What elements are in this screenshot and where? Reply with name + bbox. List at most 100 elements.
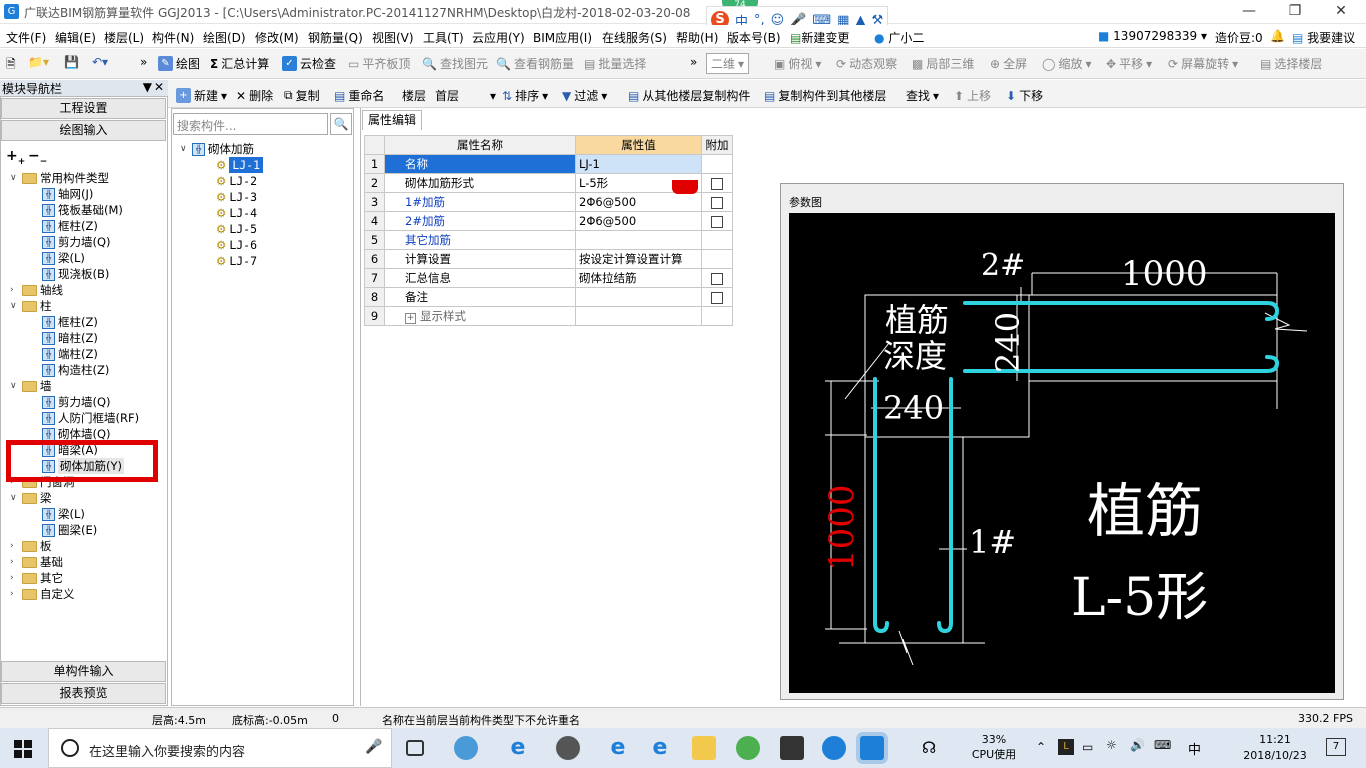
collapse-chevron-icon[interactable]: ∨: [10, 381, 19, 391]
property-row[interactable]: 9 + 显示样式: [364, 306, 733, 326]
copy-button[interactable]: ⧉ 复制: [284, 87, 320, 104]
close-panel-icon[interactable]: ✕: [154, 80, 164, 94]
sort-button[interactable]: ⇅ 排序 ▾: [502, 87, 548, 104]
project-settings-button[interactable]: 工程设置: [1, 98, 166, 119]
tree-item[interactable]: ╬ 剪力墙(Q): [42, 394, 111, 410]
new-button[interactable]: + 新建 ▾: [176, 87, 227, 104]
tree-item[interactable]: ╬ 现浇板(B): [42, 266, 109, 282]
draw-button[interactable]: ✎ 绘图: [158, 55, 200, 72]
summary-calc-button[interactable]: Σ 汇总计算: [210, 55, 269, 72]
property-row[interactable]: 3 1#加筋 2Φ6@500: [364, 192, 733, 212]
tree-folder[interactable]: › 轴线: [10, 282, 63, 298]
find-button[interactable]: 查找 ▾: [906, 87, 939, 104]
add-cell[interactable]: [701, 211, 733, 231]
menu-cloud[interactable]: 云应用(Y): [472, 29, 525, 46]
menu-new-change[interactable]: ▤新建变更: [790, 29, 849, 46]
bell-icon[interactable]: 🔔: [1270, 29, 1285, 43]
search-icon[interactable]: 🔍: [330, 113, 352, 135]
tree-item[interactable]: ╬ 轴网(J): [42, 186, 93, 202]
property-value[interactable]: [575, 287, 702, 307]
property-row[interactable]: 4 2#加筋 2Φ6@500: [364, 211, 733, 231]
tab-property-edit[interactable]: 属性编辑: [362, 110, 422, 130]
cloud-check-button[interactable]: ✓ 云检查: [282, 55, 336, 72]
touch-keyboard-icon[interactable]: ⌨: [1154, 738, 1171, 752]
minimize-button[interactable]: —: [1226, 0, 1272, 24]
tree-item[interactable]: ╬ 框柱(Z): [42, 314, 98, 330]
draw-input-button[interactable]: 绘图输入: [1, 120, 166, 141]
ime-tray-indicator[interactable]: 中: [1188, 739, 1201, 758]
mail-icon[interactable]: [780, 736, 804, 760]
tree-item[interactable]: ╬ 构造柱(Z): [42, 362, 109, 378]
glodon-g-icon[interactable]: [822, 736, 846, 760]
expand-chevron-icon[interactable]: ›: [10, 557, 19, 567]
rename-button[interactable]: ▤ 重命名: [334, 87, 384, 104]
collapse-chevron-icon[interactable]: ∨: [10, 301, 19, 311]
battery-icon[interactable]: ▭: [1082, 740, 1093, 754]
select-floor-button[interactable]: ▤ 选择楼层: [1260, 55, 1322, 72]
component-item[interactable]: ⚙ LJ-1: [216, 157, 264, 173]
property-row[interactable]: 6 计算设置 按设定计算设置计算: [364, 249, 733, 269]
undo-icon[interactable]: ↶▾: [92, 55, 108, 69]
tray-app-icon[interactable]: L: [1058, 739, 1074, 755]
expand-chevron-icon[interactable]: ›: [10, 541, 19, 551]
clock[interactable]: 11:21 2018/10/23: [1230, 732, 1320, 764]
pinwheel-app-icon[interactable]: [454, 736, 478, 760]
tree-item[interactable]: ╬ 框柱(Z): [42, 218, 98, 234]
view-2d-dropdown[interactable]: 二维 ▾: [706, 53, 750, 74]
ggj-active-app-icon[interactable]: [860, 736, 884, 760]
component-item[interactable]: ⚙ LJ-2: [216, 173, 257, 189]
tree-item[interactable]: ╬ 圈梁(E): [42, 522, 97, 538]
menu-tools[interactable]: 工具(T): [423, 29, 464, 46]
expand-plus-icon[interactable]: +: [405, 313, 416, 324]
expand-chevron-icon[interactable]: ›: [10, 589, 19, 599]
menu-online[interactable]: 在线服务(S): [602, 29, 667, 46]
tree-item[interactable]: ╬ 梁(L): [42, 250, 85, 266]
component-search-input[interactable]: 搜索构件...: [173, 113, 328, 135]
overflow-chevron-icon[interactable]: »: [140, 55, 147, 69]
component-item[interactable]: ⚙ LJ-4: [216, 205, 257, 221]
360-browser-icon[interactable]: [736, 736, 760, 760]
single-input-button[interactable]: 单构件输入: [1, 661, 166, 682]
menu-modify[interactable]: 修改(M): [255, 29, 299, 46]
tree-folder[interactable]: › 板: [10, 538, 52, 554]
swirl-app-icon[interactable]: [556, 736, 580, 760]
find-element-button[interactable]: 🔍 查找图元: [422, 55, 488, 72]
collapse-chevron-icon[interactable]: ∨: [10, 493, 19, 503]
people-icon[interactable]: ☊: [922, 738, 936, 757]
start-icon[interactable]: [14, 740, 32, 758]
pin-icon[interactable]: ▼: [143, 80, 152, 94]
property-value[interactable]: 砌体拉结筋: [575, 268, 702, 288]
cost-beans[interactable]: 造价豆:0: [1215, 29, 1263, 46]
collapse-chevron-icon[interactable]: ∨: [180, 144, 189, 154]
menu-help[interactable]: 帮助(H): [676, 29, 718, 46]
add-checkbox[interactable]: [711, 291, 723, 304]
property-value[interactable]: 按设定计算设置计算: [575, 249, 702, 269]
copy-to-floor-button[interactable]: ▤ 复制构件到其他楼层: [764, 87, 886, 104]
pan-button[interactable]: ✥ 平移 ▾: [1106, 55, 1152, 72]
tree-item[interactable]: ╬ 人防门框墙(RF): [42, 410, 139, 426]
ie-browser-icon-1[interactable]: e: [506, 736, 530, 760]
action-center-icon[interactable]: 7: [1326, 738, 1346, 756]
component-item[interactable]: ⚙ LJ-5: [216, 221, 257, 237]
property-value[interactable]: 2Φ6@500: [575, 211, 702, 231]
tree-folder[interactable]: ∨ 梁: [10, 490, 52, 506]
component-item[interactable]: ⚙ LJ-6: [216, 237, 257, 253]
move-up-button[interactable]: ⬆ 上移: [954, 87, 991, 104]
filter-button[interactable]: ▼ 过滤 ▾: [562, 87, 607, 104]
menu-edit[interactable]: 编辑(E): [55, 29, 96, 46]
menu-draw[interactable]: 绘图(D): [203, 29, 246, 46]
component-item[interactable]: ⚙ LJ-3: [216, 189, 257, 205]
add-cell[interactable]: [701, 173, 733, 193]
component-item[interactable]: ⚙ LJ-7: [216, 253, 257, 269]
add-checkbox[interactable]: [711, 196, 723, 209]
component-root[interactable]: ∨ ╬ 砌体加筋: [180, 141, 254, 157]
add-checkbox[interactable]: [711, 215, 723, 228]
fullscreen-button[interactable]: ⊕ 全屏: [990, 55, 1027, 72]
new-file-icon[interactable]: 🗎: [6, 55, 16, 76]
tree-folder[interactable]: ∨ 墙: [10, 378, 52, 394]
move-down-button[interactable]: ⬇ 下移: [1006, 87, 1043, 104]
tree-folder[interactable]: › 其它: [10, 570, 63, 586]
cpu-usage[interactable]: 33% CPU使用: [966, 732, 1022, 762]
menu-rebar[interactable]: 钢筋量(Q): [308, 29, 363, 46]
expand-chevron-icon[interactable]: ›: [10, 573, 19, 583]
